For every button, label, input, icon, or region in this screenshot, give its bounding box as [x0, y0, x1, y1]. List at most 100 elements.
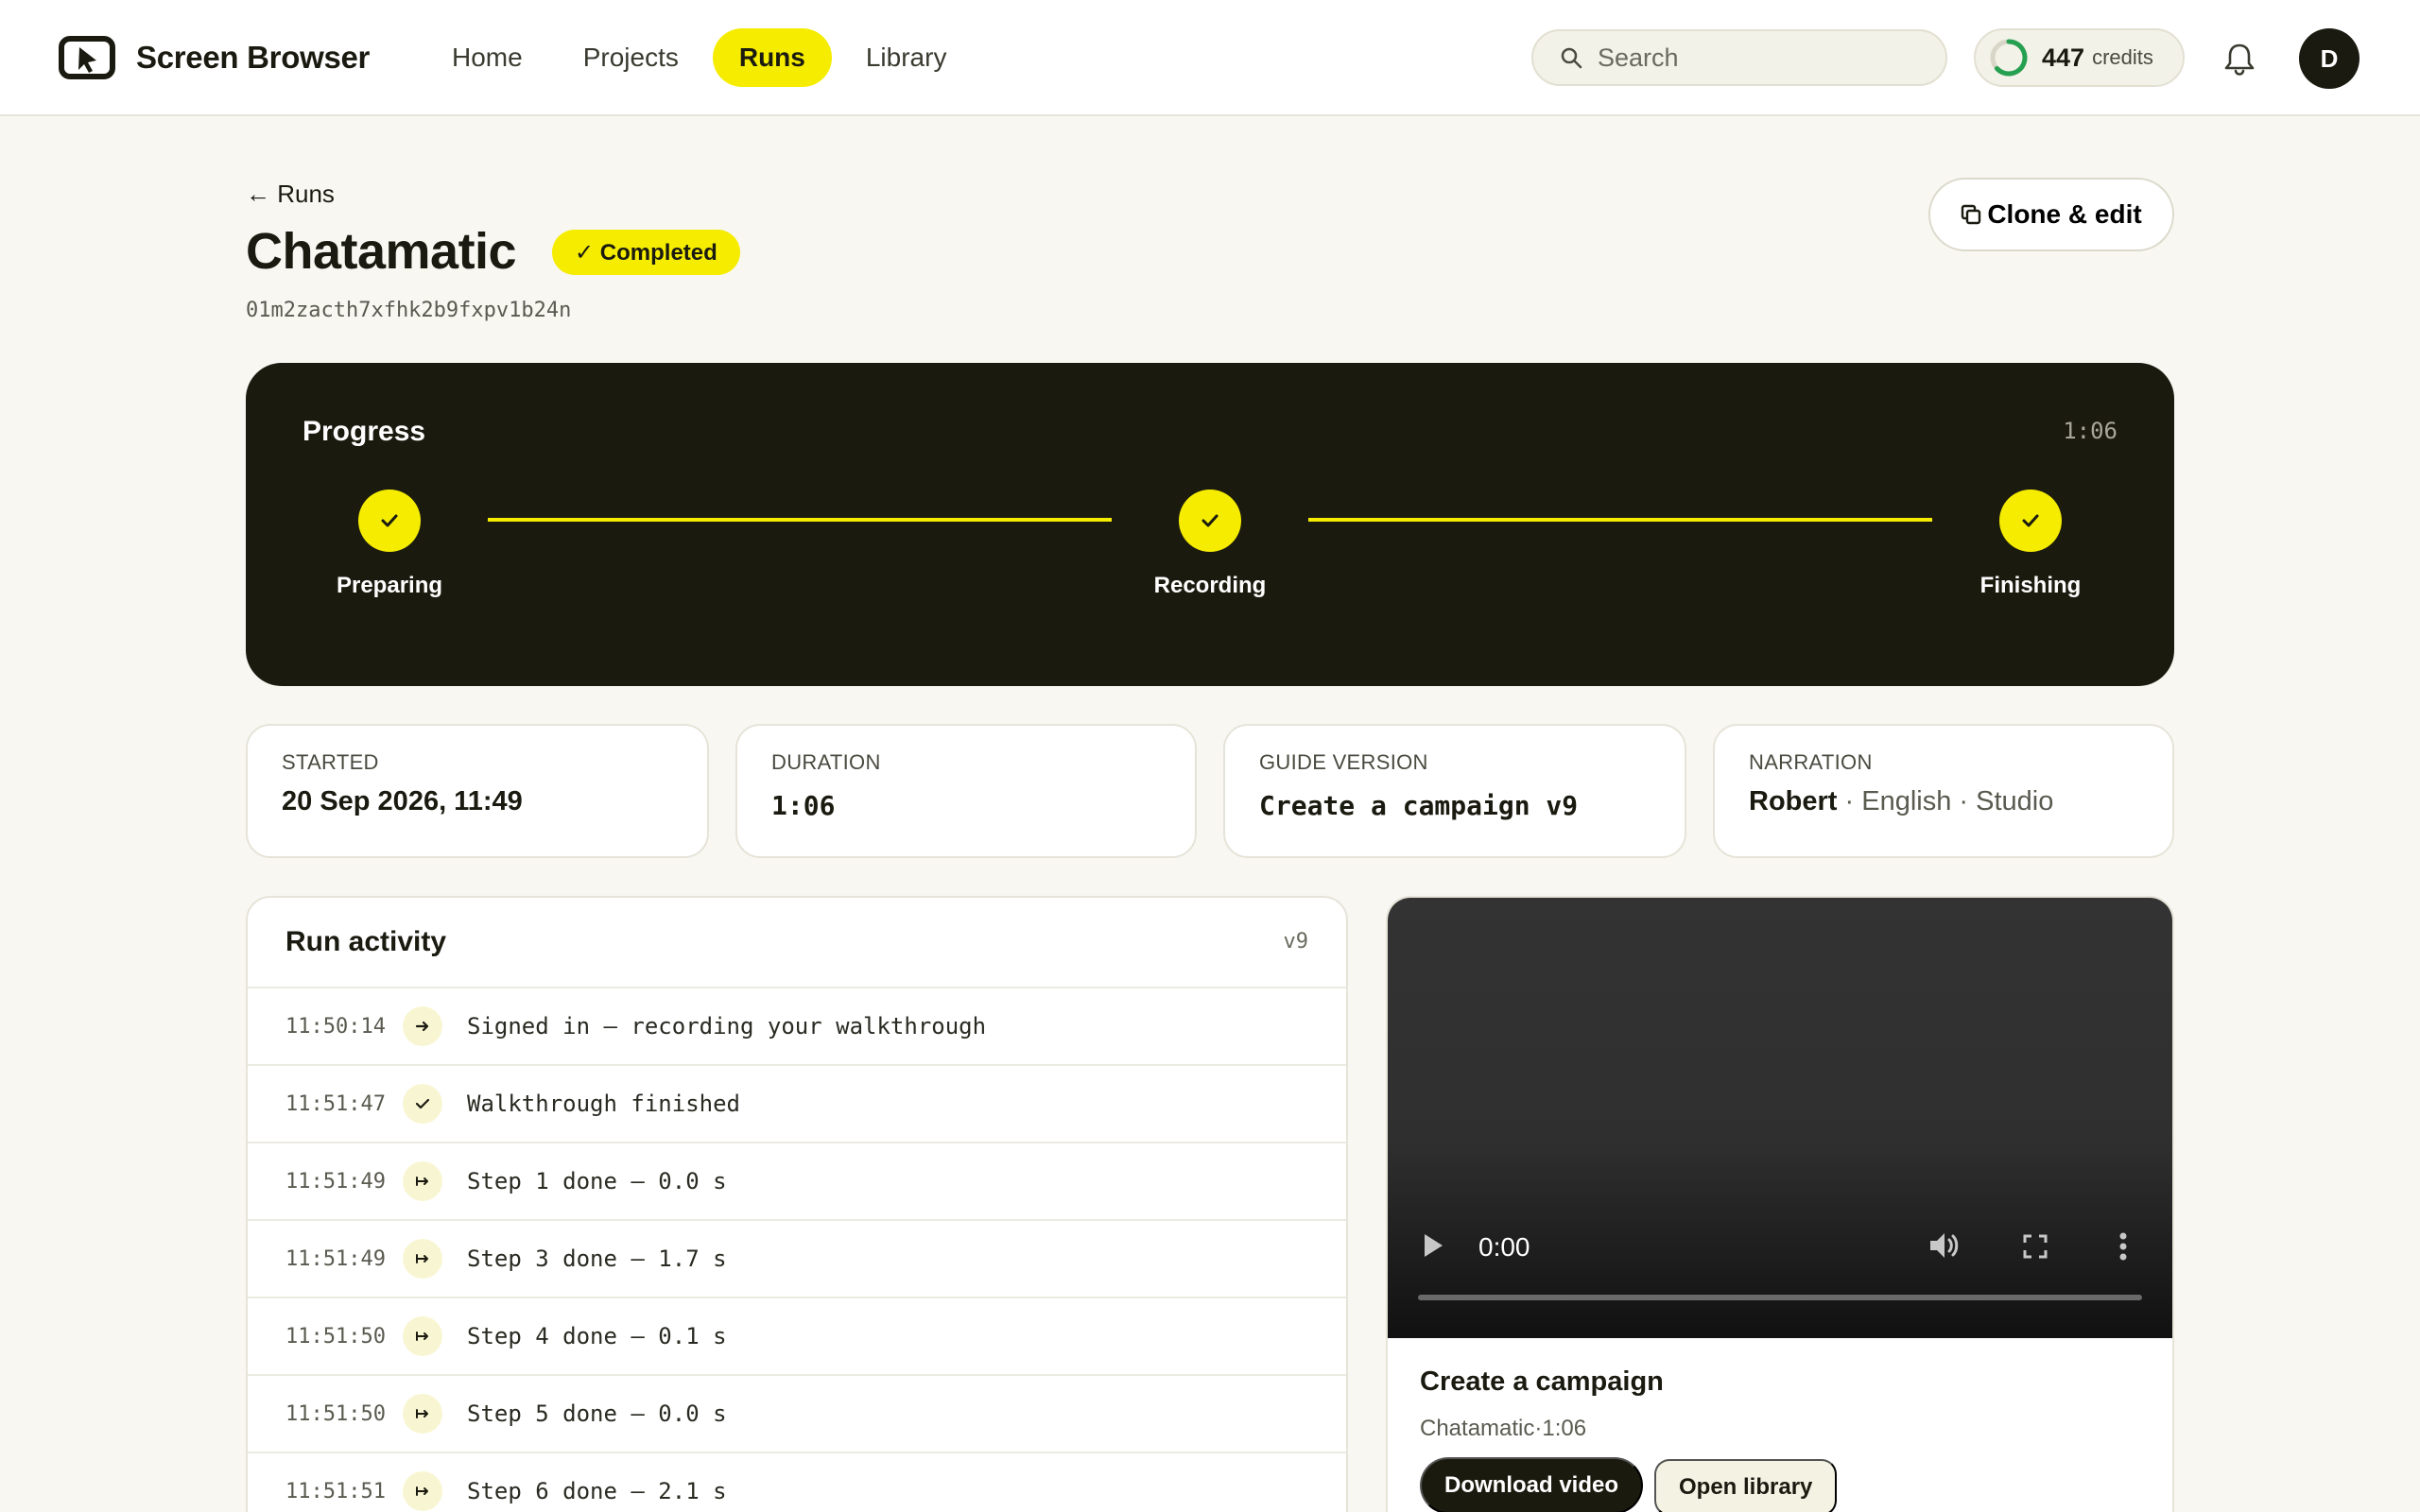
video-current-time: 0:00	[1478, 1232, 1530, 1262]
activity-time: 11:51:49	[285, 1169, 386, 1194]
stat-duration: DURATION 1:06	[735, 724, 1197, 858]
credits-count: 447	[2042, 43, 2085, 72]
page-title: Chatamatic	[246, 223, 517, 280]
open-library-button[interactable]: Open library	[1654, 1459, 1838, 1512]
activity-time: 11:51:47	[285, 1091, 386, 1116]
narration-language: English	[1861, 786, 1952, 816]
main-nav: Home Projects Runs Library	[425, 28, 980, 87]
activity-header: Run activity v9	[248, 898, 1346, 988]
activity-time: 11:51:50	[285, 1324, 386, 1349]
narration-quality: Studio	[1976, 786, 2054, 816]
fullscreen-icon[interactable]	[2023, 1234, 2048, 1259]
step-done-indicator	[1999, 490, 2062, 552]
video-length: 1:06	[1542, 1416, 1587, 1441]
activity-text: Walkthrough finished	[467, 1091, 740, 1117]
activity-row: 11:51:51 Step 6 done — 2.1 s	[248, 1453, 1346, 1512]
search-placeholder: Search	[1598, 43, 1679, 72]
video-meta: Chatamatic·1:06	[1420, 1416, 1587, 1441]
progress-connector	[488, 518, 1112, 522]
progress-panel: Progress 1:06 Preparing Recording Finish…	[246, 363, 2174, 686]
arrow-right-icon	[415, 1021, 429, 1032]
search-input[interactable]: Search	[1531, 29, 1947, 86]
stat-label: NARRATION	[1749, 750, 1873, 774]
progress-elapsed: 1:06	[2063, 418, 2118, 444]
activity-row: 11:51:50 Step 4 done — 0.1 s	[248, 1298, 1346, 1376]
stat-label: DURATION	[771, 750, 881, 774]
video-card: 0:00 Create a campaign Chatamatic·1:06 D…	[1386, 896, 2174, 1512]
check-icon	[381, 514, 398, 527]
activity-row: 11:50:14 Signed in — recording your walk…	[248, 988, 1346, 1066]
step-done-indicator	[358, 490, 421, 552]
video-progress-bar[interactable]	[1418, 1295, 2142, 1300]
video-title: Create a campaign	[1420, 1366, 1664, 1397]
brand[interactable]: Screen Browser	[59, 36, 370, 79]
credits-label: credits	[2092, 45, 2153, 69]
stat-guide-version: GUIDE VERSION Create a campaign v9	[1223, 724, 1686, 858]
activity-time: 11:51:49	[285, 1246, 386, 1271]
screen-cursor-logo-icon	[59, 36, 115, 79]
step-arrow-icon	[416, 1486, 428, 1496]
nav-runs[interactable]: Runs	[712, 28, 832, 87]
check-icon	[2022, 514, 2039, 527]
progress-step-recording: Recording	[1115, 490, 1305, 599]
step-arrow-icon	[416, 1332, 428, 1341]
stat-value: Create a campaign v9	[1259, 790, 1579, 821]
run-activity-panel: Run activity v9 11:50:14 Signed in — rec…	[246, 896, 1348, 1512]
credits-badge[interactable]: 447 credits	[1974, 28, 2185, 87]
activity-row: 11:51:49 Step 1 done — 0.0 s	[248, 1143, 1346, 1221]
more-options-icon[interactable]	[2119, 1232, 2127, 1261]
activity-text: Step 5 done — 0.0 s	[467, 1400, 727, 1427]
narration-voice: Robert	[1749, 786, 1838, 816]
clone-edit-label: Clone & edit	[1987, 199, 2142, 229]
stat-value: 20 Sep 2026, 11:49	[282, 786, 523, 816]
activity-time: 11:51:50	[285, 1401, 386, 1426]
step-label: Recording	[1153, 573, 1267, 598]
play-icon[interactable]	[1422, 1232, 1444, 1259]
step-arrow-icon	[416, 1177, 428, 1186]
volume-icon[interactable]	[1928, 1230, 1961, 1261]
top-bar: Screen Browser Home Projects Runs Librar…	[0, 0, 2420, 116]
credits-ring-icon	[1990, 39, 2028, 77]
activity-title: Run activity	[285, 926, 447, 957]
back-to-runs-link[interactable]: ← Runs	[246, 180, 335, 209]
stat-narration: NARRATION Robert · English · Studio	[1713, 724, 2174, 858]
download-video-button[interactable]: Download video	[1420, 1457, 1644, 1512]
step-label: Preparing	[336, 573, 443, 598]
step-done-indicator	[1179, 490, 1241, 552]
avatar[interactable]: D	[2299, 28, 2360, 89]
progress-step-preparing: Preparing	[295, 490, 484, 599]
search-icon	[1561, 47, 1582, 69]
activity-text: Step 1 done — 0.0 s	[467, 1168, 727, 1194]
stat-started: STARTED 20 Sep 2026, 11:49	[246, 724, 709, 858]
stat-value: 1:06	[771, 790, 836, 821]
activity-row: 11:51:49 Step 3 done — 1.7 s	[248, 1221, 1346, 1298]
activity-text: Step 6 done — 2.1 s	[467, 1478, 727, 1504]
check-icon	[1201, 514, 1219, 527]
video-project: Chatamatic	[1420, 1416, 1535, 1441]
nav-home[interactable]: Home	[425, 28, 549, 87]
bell-icon[interactable]	[2223, 42, 2256, 76]
run-id: 01m2zacth7xfhk2b9fxpv1b24n	[246, 299, 572, 322]
activity-text: Step 3 done — 1.7 s	[467, 1246, 727, 1272]
step-arrow-icon	[416, 1254, 428, 1263]
step-label: Finishing	[1979, 573, 2082, 598]
activity-text: Signed in — recording your walkthrough	[467, 1013, 987, 1040]
activity-text: Step 4 done — 0.1 s	[467, 1323, 727, 1349]
activity-row: 11:51:50 Step 5 done — 0.0 s	[248, 1376, 1346, 1453]
clone-edit-button[interactable]: Clone & edit	[1928, 178, 2174, 251]
copy-icon	[1962, 204, 1981, 225]
progress-title: Progress	[302, 416, 426, 447]
nav-projects[interactable]: Projects	[557, 28, 705, 87]
activity-time: 11:51:51	[285, 1479, 386, 1503]
activity-row: 11:51:47 Walkthrough finished	[248, 1066, 1346, 1143]
nav-library[interactable]: Library	[839, 28, 974, 87]
status-badge: ✓ Completed	[552, 230, 740, 275]
activity-time: 11:50:14	[285, 1014, 386, 1039]
progress-connector	[1308, 518, 1932, 522]
stat-label: STARTED	[282, 750, 379, 774]
step-arrow-icon	[416, 1409, 428, 1418]
video-player[interactable]: 0:00	[1388, 898, 2172, 1338]
stat-value: Robert · English · Studio	[1749, 786, 2054, 816]
activity-version: v9	[1283, 930, 1309, 954]
stat-label: GUIDE VERSION	[1259, 750, 1428, 774]
